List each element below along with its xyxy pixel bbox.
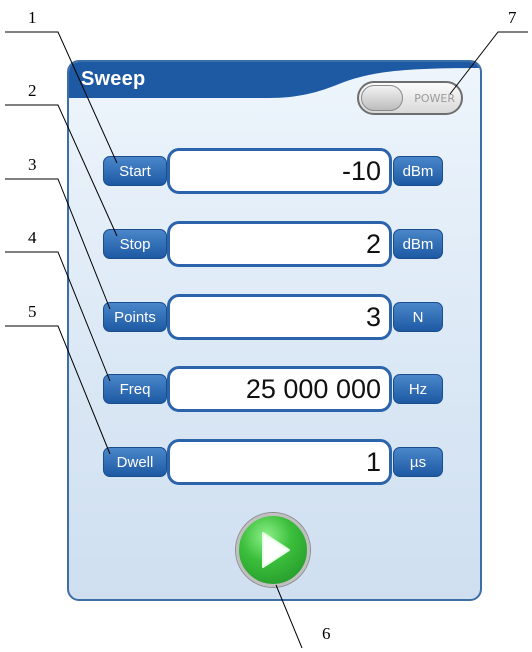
callout-5: 5 bbox=[28, 302, 37, 321]
callout-7: 7 bbox=[508, 8, 517, 27]
callout-4: 4 bbox=[28, 228, 37, 247]
callout-2: 2 bbox=[28, 81, 37, 100]
callout-1: 1 bbox=[28, 8, 37, 27]
callout-3: 3 bbox=[28, 155, 37, 174]
callout-6: 6 bbox=[322, 624, 331, 643]
callout-lines bbox=[5, 31, 528, 649]
